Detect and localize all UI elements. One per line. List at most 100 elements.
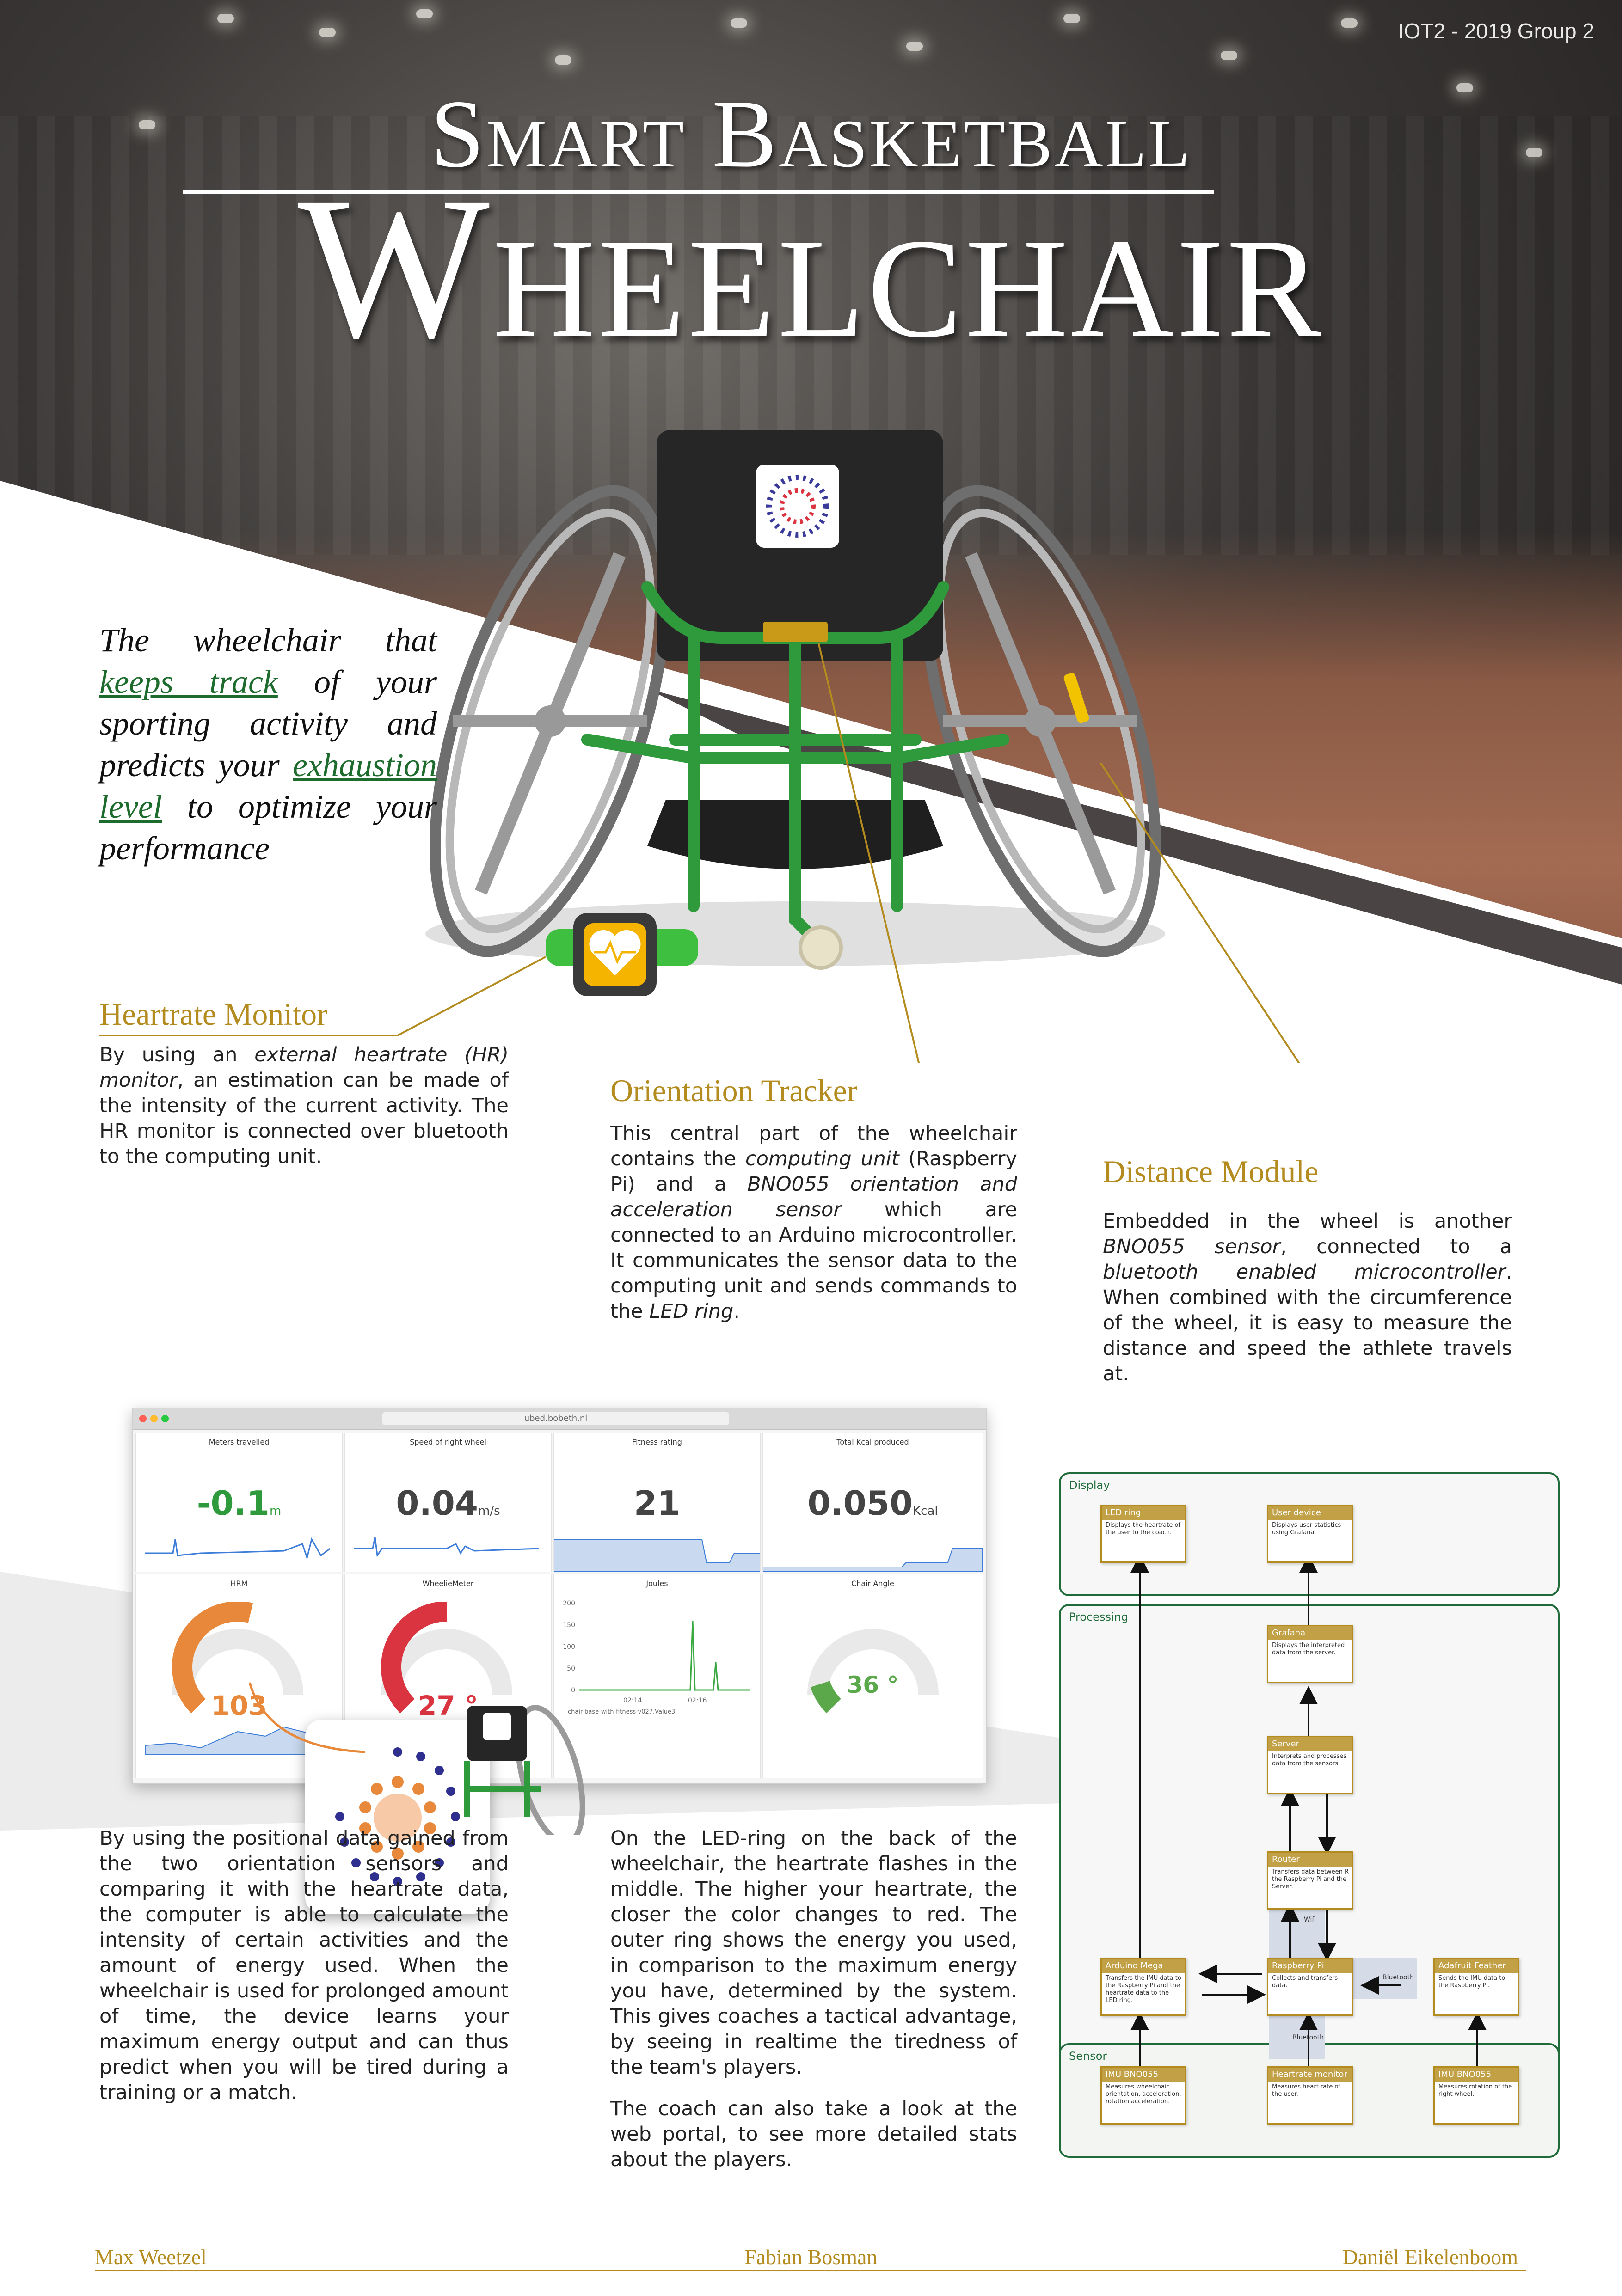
wifi-label: Wifi	[1304, 1916, 1316, 1923]
tagline-text: The wheelchair that	[99, 622, 437, 659]
box-desc: Interprets and processes data from the s…	[1272, 1753, 1347, 1767]
heartrate-monitor-text: By using an external heartrate (HR) moni…	[99, 1042, 509, 1169]
box-desc: Measures rotation of the right wheel.	[1438, 2083, 1512, 2098]
sparkline	[354, 1537, 539, 1558]
minimize-dot-icon	[150, 1415, 158, 1422]
text: Embedded in the wheel is another	[1103, 1210, 1512, 1233]
panel-title: Chair Angle	[851, 1579, 894, 1588]
panel-value: 0.050Kcal	[763, 1484, 983, 1523]
panel-value: 0.04m/s	[345, 1484, 551, 1523]
bluetooth-label: Bluetooth	[1292, 2034, 1324, 2041]
panel-title: Joules	[646, 1579, 668, 1588]
architecture-diagram: Display Processing Sensor Wifi Bluetooth…	[1059, 1472, 1561, 2158]
box-grafana: Grafana Displays the interpreted data fro…	[1267, 1625, 1353, 1683]
y-tick: 100	[563, 1643, 575, 1651]
panel-value: 21	[554, 1484, 760, 1523]
y-tick: 50	[567, 1665, 575, 1672]
small-wheelchair-icon	[464, 1705, 585, 1835]
box-imu-1: IMU BNO055 Measures wheelchair orientatio…	[1100, 2066, 1186, 2125]
box-arduino-mega: Arduino Mega Transfers the IMU data to th…	[1100, 1958, 1186, 2016]
body-text-left: By using the positional data gained from…	[99, 1827, 509, 2104]
box-title: IMU BNO055	[1102, 2068, 1185, 2082]
footer-divider	[95, 2270, 1526, 2271]
text-italic: LED ring	[649, 1300, 734, 1323]
sparkline	[763, 1548, 983, 1572]
box-title: Heartrate monitor	[1268, 2068, 1352, 2082]
author-3: Daniël Eikelenboom	[1342, 2245, 1518, 2269]
box-heartrate-monitor: Heartrate monitor Measures heart rate of …	[1267, 2066, 1353, 2125]
value: -0.1	[197, 1484, 270, 1523]
box-router: Router Transfers data between R the Raspb…	[1267, 1851, 1353, 1910]
text-italic: computing unit	[745, 1147, 899, 1170]
bluetooth-label: Bluetooth	[1382, 1974, 1414, 1981]
panel-title: Fitness rating	[632, 1438, 682, 1446]
hrm-callout-line	[248, 1682, 366, 1753]
box-desc: Measures wheelchair orientation, acceler…	[1106, 2083, 1181, 2105]
joules-plot	[579, 1620, 750, 1691]
orientation-tracker-text: This central part of the wheelchair cont…	[610, 1121, 1017, 1324]
box-title: Arduino Mega	[1102, 1959, 1185, 1973]
box-server: Server Interprets and processes data from…	[1267, 1736, 1353, 1794]
heartrate-monitor-heading: Heartrate Monitor	[99, 997, 327, 1032]
box-desc: Transfers the IMU data to the Raspberry …	[1106, 1975, 1181, 2004]
text: By using an	[99, 1043, 255, 1066]
wheelchair-illustration	[99, 430, 1301, 1063]
arch-connectors	[1130, 1554, 1487, 2066]
author-1: Max Weetzel	[95, 2245, 207, 2269]
chair-angle-gauge	[807, 1629, 939, 1714]
distance-module-heading: Distance Module	[1103, 1154, 1319, 1189]
unit: Kcal	[913, 1504, 938, 1518]
tagline: The wheelchair that keeps track of your …	[99, 619, 437, 869]
sparkline	[554, 1539, 760, 1572]
browser-toolbar: ubed.bobeth.nl	[133, 1408, 986, 1430]
text-italic: BNO055 sensor	[1103, 1235, 1281, 1258]
x-tick: 02:16	[688, 1697, 707, 1704]
box-title: Grafana	[1268, 1626, 1352, 1640]
box-desc: Displays the heartrate of the user to th…	[1106, 1522, 1181, 1536]
box-title: LED ring	[1102, 1506, 1185, 1520]
chair-angle-value: 36 °	[847, 1671, 899, 1698]
value: 0.050	[807, 1484, 913, 1523]
box-desc: Displays user statistics using Grafana.	[1272, 1522, 1341, 1536]
box-title: User device	[1268, 1506, 1352, 1520]
text: , connected to a	[1280, 1235, 1512, 1258]
box-title: Adafruit Feather	[1435, 1959, 1518, 1973]
y-tick: 200	[563, 1600, 575, 1607]
unit: m/s	[478, 1504, 500, 1518]
panel-chair-angle: Chair Angle 36 °	[762, 1574, 983, 1778]
value: 0.04	[396, 1484, 478, 1523]
distance-module-text: Embedded in the wheel is another BNO055 …	[1103, 1209, 1512, 1387]
panel-value: -0.1m	[136, 1484, 342, 1523]
panel-speed-right-wheel: Speed of right wheel 0.04m/s	[344, 1433, 552, 1572]
box-desc: Measures heart rate of the user.	[1272, 2083, 1341, 2098]
orientation-tracker-heading: Orientation Tracker	[610, 1073, 858, 1108]
body-text-middle-2: The coach can also take a look at the we…	[610, 2097, 1017, 2171]
box-title: Server	[1268, 1737, 1352, 1751]
panel-title: WheelieMeter	[422, 1579, 474, 1588]
box-desc: Displays the interpreted data from the s…	[1272, 1642, 1345, 1656]
box-desc: Collects and transfers data.	[1272, 1975, 1338, 1989]
panel-title: Meters travelled	[209, 1438, 270, 1446]
box-user-device: User device Displays user statistics usin…	[1267, 1505, 1353, 1563]
panel-title: Speed of right wheel	[410, 1438, 486, 1446]
sparkline	[145, 1537, 330, 1561]
panel-meters-travelled: Meters travelled -0.1m	[135, 1433, 343, 1572]
box-desc: Transfers data between R the Raspberry P…	[1272, 1868, 1349, 1890]
value: 21	[633, 1484, 681, 1523]
panel-title: HRM	[230, 1579, 248, 1588]
body-text-middle-1: On the LED-ring on the back of the wheel…	[610, 1827, 1017, 2079]
box-title: IMU BNO055	[1435, 2068, 1518, 2082]
maximize-dot-icon	[161, 1415, 169, 1422]
x-tick: 02:14	[623, 1697, 642, 1704]
panel-total-kcal: Total Kcal produced 0.050Kcal	[762, 1433, 983, 1572]
address-bar: ubed.bobeth.nl	[382, 1412, 729, 1425]
unit: m	[270, 1504, 282, 1518]
text: .	[733, 1300, 740, 1323]
text-italic: bluetooth enabled microcontroller	[1103, 1261, 1506, 1284]
box-desc: Sends the IMU data to the Raspberry Pi.	[1438, 1975, 1505, 1989]
tagline-highlight-keeps-track: keeps track	[99, 663, 278, 700]
box-title: Raspberry Pi	[1268, 1959, 1352, 1973]
panel-title: Total Kcal produced	[836, 1438, 909, 1446]
y-tick: 150	[563, 1622, 575, 1629]
box-raspberry-pi: Raspberry Pi Collects and transfers data.	[1267, 1958, 1353, 2016]
